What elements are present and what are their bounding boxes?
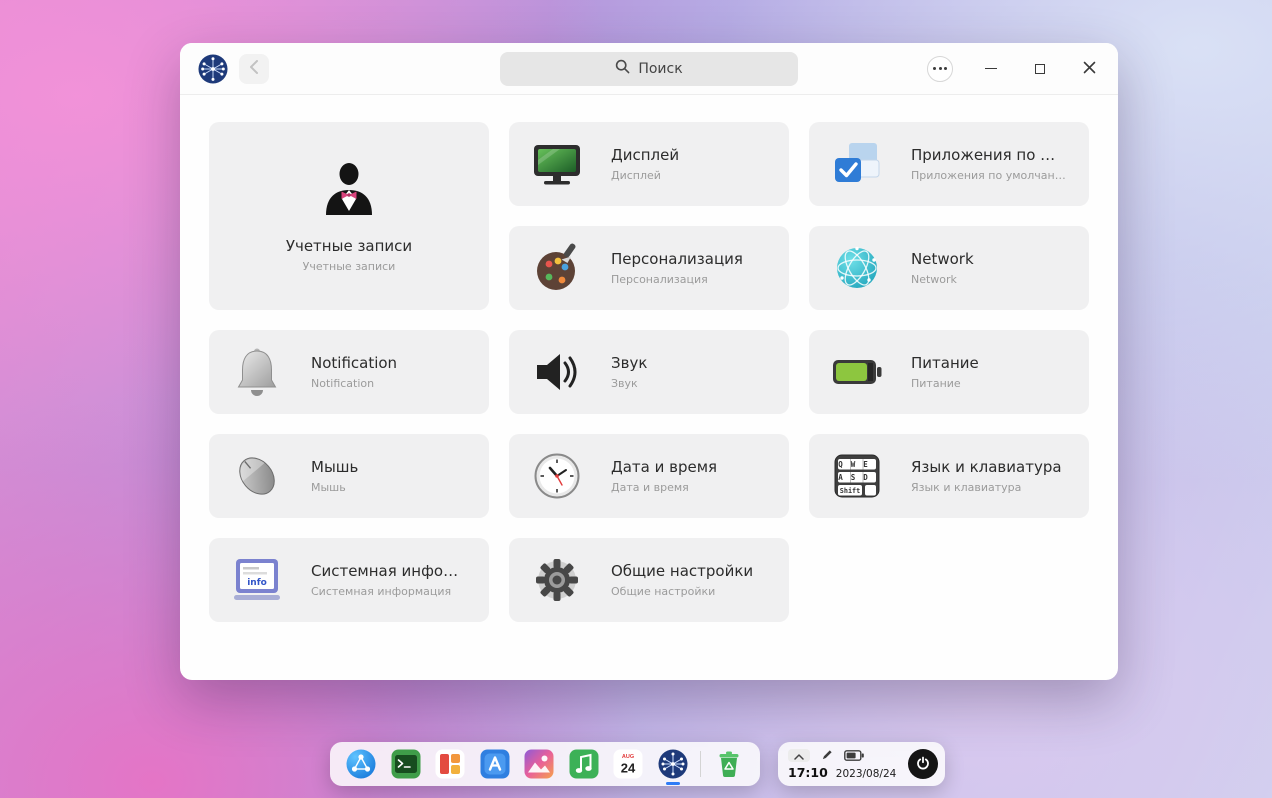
tile-subtitle: Персонализация [611,273,708,286]
tile-system-info[interactable]: info Системная информация Системная инфо… [209,538,489,622]
settings-dock-icon[interactable] [656,747,690,785]
minimize-button[interactable] [980,58,1002,80]
chevron-up-icon [794,748,804,763]
tray-expand-button[interactable] [788,748,810,763]
settings-grid: Учетные записи Учетные записи Дисплей Ди… [180,95,1118,622]
clock-icon [529,448,585,504]
terminal-icon[interactable] [389,747,423,781]
keyboard-icon: QWE ASD Shift [829,448,885,504]
tile-subtitle: Системная информация [311,585,452,598]
search-icon [615,59,630,78]
tile-mouse[interactable]: Мышь Мышь [209,434,489,518]
gear-icon [529,552,585,608]
tile-display[interactable]: Дисплей Дисплей [509,122,789,206]
search-placeholder: Поиск [638,60,683,77]
power-button[interactable] [908,749,938,779]
tile-title: Notification [311,354,398,372]
input-method-pen-icon[interactable] [821,746,833,765]
personalization-icon [529,240,585,296]
accounts-icon [317,159,381,223]
tile-network[interactable]: Network Network [809,226,1089,310]
tile-subtitle: Учетные записи [302,260,396,273]
close-button[interactable] [1078,58,1100,80]
network-icon [829,240,885,296]
system-tray: 17:10 2023/08/24 [778,742,945,786]
display-icon [529,136,585,192]
system-info-icon: info [229,552,285,608]
desktop-wallpaper: Поиск Учетные записи Учетные записи Дисп… [0,0,1272,798]
svg-text:24: 24 [621,761,636,776]
tile-subtitle: Звук [611,377,638,390]
tile-datetime[interactable]: Дата и время Дата и время [509,434,789,518]
active-app-indicator [665,782,680,785]
window-controls [927,55,1100,82]
maximize-button[interactable] [1029,58,1051,80]
minimize-icon [985,67,997,70]
tile-title: Network [911,250,974,268]
settings-app-icon [198,53,228,84]
svg-text:ASD: ASD [838,473,876,482]
tile-title: Учетные записи [285,237,413,255]
tile-subtitle: Приложения по умолчанию [911,169,1069,182]
tile-title: Общие настройки [611,562,754,580]
tile-subtitle: Язык и клавиатура [911,481,1022,494]
launchpad-icon[interactable] [433,747,467,781]
tile-subtitle: Network [911,273,957,286]
launcher-icon[interactable] [344,747,378,781]
tile-title: Приложения по умолчанию [911,146,1063,164]
power-icon [916,756,930,773]
dock: AUG 24 [330,742,760,786]
calendar-icon[interactable]: AUG 24 [611,747,645,781]
tile-subtitle: Notification [311,377,375,390]
tile-title: Мышь [311,458,359,476]
battery-icon [829,344,885,400]
tile-default-apps[interactable]: Приложения по умолчанию Приложения по ум… [809,122,1089,206]
appstore-icon[interactable] [478,747,512,781]
tile-title: Звук [611,354,648,372]
svg-text:AUG: AUG [622,754,634,760]
tray-time: 17:10 [788,764,828,780]
tile-accounts[interactable]: Учетные записи Учетные записи [209,122,489,310]
gallery-icon[interactable] [522,747,556,781]
notification-bell-icon [229,344,285,400]
dock-separator [700,751,702,777]
tray-date: 2023/08/24 [835,767,897,780]
tile-subtitle: Питание [911,377,961,390]
tile-language-keyboard[interactable]: QWE ASD Shift Язык и клавиатура Язык и к… [809,434,1089,518]
tile-subtitle: Мышь [311,481,346,494]
tile-subtitle: Дата и время [611,481,689,494]
tile-title: Системная информация [311,562,463,580]
clock[interactable]: 17:10 2023/08/24 [788,765,908,780]
tile-title: Питание [911,354,979,372]
tile-title: Дисплей [611,146,680,164]
tile-title: Язык и клавиатура [911,458,1062,476]
default-apps-icon [829,136,885,192]
titlebar: Поиск [180,43,1118,95]
tile-notification[interactable]: Notification Notification [209,330,489,414]
tile-sound[interactable]: Звук Звук [509,330,789,414]
settings-window: Поиск Учетные записи Учетные записи Дисп… [180,43,1118,680]
tile-subtitle: Дисплей [611,169,661,182]
menu-button[interactable] [927,55,953,82]
chevron-left-icon [249,60,259,77]
svg-text:Shift: Shift [840,487,860,495]
svg-text:QWE: QWE [838,460,876,469]
back-button[interactable] [239,53,269,84]
tray-battery-icon[interactable] [844,746,864,765]
speaker-icon [529,344,585,400]
tile-title: Персонализация [611,250,743,268]
close-icon [1083,61,1096,77]
trash-icon[interactable] [712,747,746,781]
mouse-icon [229,448,285,504]
svg-text:info: info [247,578,267,588]
tile-subtitle: Общие настройки [611,585,716,598]
tile-general-settings[interactable]: Общие настройки Общие настройки [509,538,789,622]
tile-personalization[interactable]: Персонализация Персонализация [509,226,789,310]
search-input[interactable]: Поиск [500,51,798,86]
tile-title: Дата и время [611,458,718,476]
maximize-icon [1035,63,1045,74]
tile-power[interactable]: Питание Питание [809,330,1089,414]
music-icon[interactable] [567,747,601,781]
